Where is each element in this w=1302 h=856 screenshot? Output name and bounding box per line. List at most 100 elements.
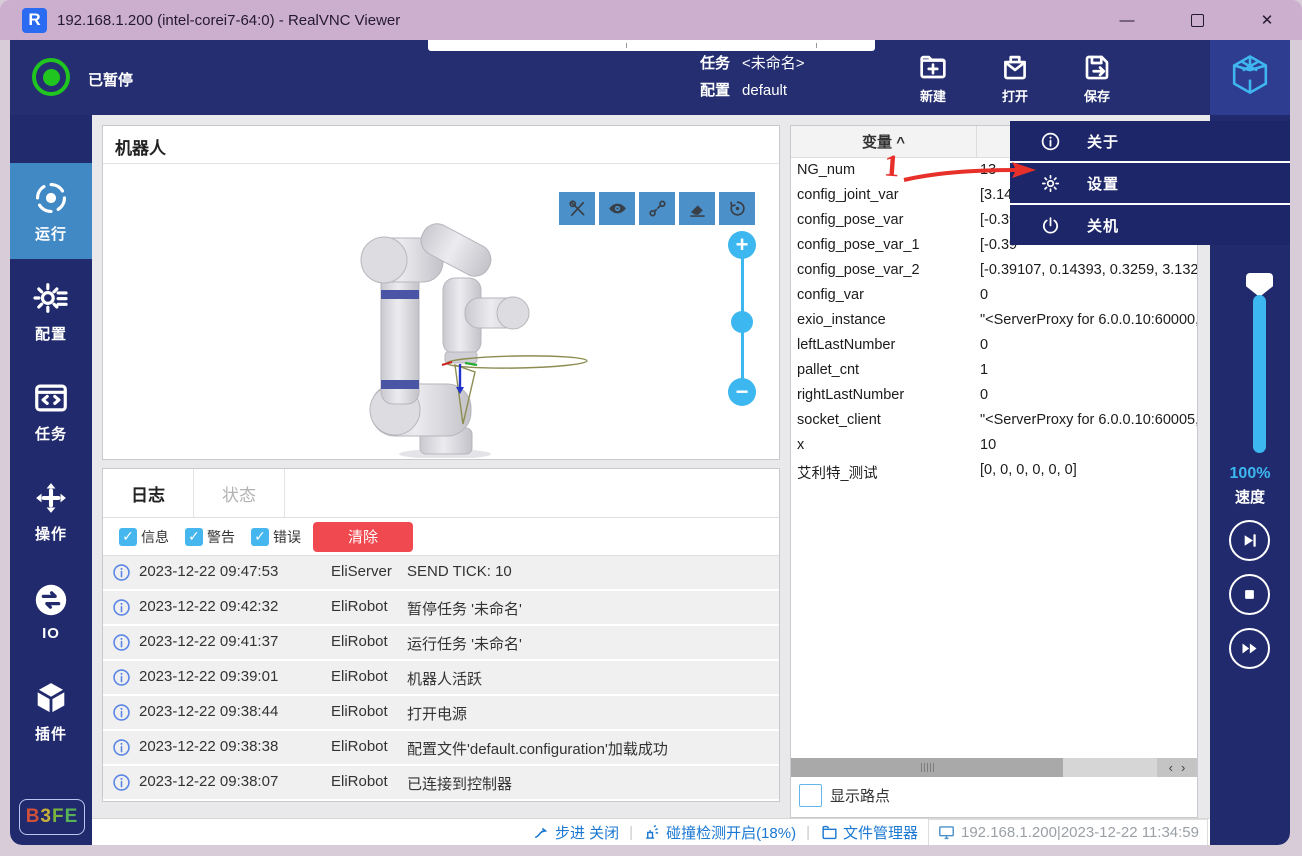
- window-title: 192.168.1.200 (intel-corei7-64:0) - Real…: [57, 12, 400, 29]
- log-row[interactable]: 2023-12-22 09:39:01 EliRobot 机器人活跃: [103, 661, 779, 694]
- header-action-open-task-icon[interactable]: 打开: [987, 46, 1043, 110]
- variable-row[interactable]: config_pose_var_2 [-0.39107, 0.14393, 0.…: [791, 259, 1197, 284]
- checkbox-checked-icon: ✓: [251, 528, 269, 546]
- log-row[interactable]: 2023-12-22 09:38:07 EliRobot 已连接到控制器: [103, 766, 779, 799]
- menu-item-关于[interactable]: 关于: [1010, 121, 1290, 163]
- maximize-icon: [1191, 14, 1204, 27]
- filter-错误-checkbox[interactable]: ✓ 错误: [251, 527, 301, 547]
- sidebar-item-插件[interactable]: 插件: [10, 663, 92, 759]
- log-row[interactable]: 2023-12-22 09:38:44 EliRobot 打开电源: [103, 696, 779, 729]
- log-message: SEND TICK: 10: [407, 563, 512, 580]
- variable-row[interactable]: rightLastNumber 0: [791, 384, 1197, 409]
- robot-state-indicator-icon[interactable]: [32, 58, 70, 96]
- log-source: EliRobot: [331, 598, 388, 615]
- file-manager-button[interactable]: 文件管理器: [820, 822, 918, 843]
- playback-skip-next-button[interactable]: [1229, 520, 1270, 561]
- log-row[interactable]: 2023-12-22 09:42:32 EliRobot 暂停任务 '未命名': [103, 591, 779, 624]
- show-waypoints-checkbox[interactable]: 显示路点: [799, 784, 890, 807]
- brand-logo-box[interactable]: [1210, 40, 1290, 115]
- variable-name: x: [797, 437, 804, 453]
- log-source: EliRobot: [331, 703, 388, 720]
- zoom-slider-handle[interactable]: [731, 311, 753, 333]
- step-icon: [532, 823, 551, 842]
- variable-value: "<ServerProxy for 6.0.0.10:60005,: [980, 412, 1198, 428]
- collision-detect-indicator[interactable]: 碰撞检测开启(18%): [643, 822, 796, 843]
- sort-asc-icon: ^: [896, 134, 905, 151]
- log-row[interactable]: 2023-12-22 09:41:37 EliRobot 运行任务 '未命名': [103, 626, 779, 659]
- sidebar-item-配置[interactable]: 配置: [10, 263, 92, 359]
- filter-信息-checkbox[interactable]: ✓ 信息: [119, 527, 169, 547]
- task-label: 任务: [700, 55, 730, 72]
- robot-tool-eraser-icon[interactable]: [679, 192, 715, 225]
- checkbox-checked-icon: ✓: [119, 528, 137, 546]
- variable-name: config_pose_var: [797, 212, 903, 228]
- minimize-button[interactable]: —: [1092, 0, 1162, 40]
- variable-row[interactable]: socket_client "<ServerProxy for 6.0.0.10…: [791, 409, 1197, 434]
- log-time: 2023-12-22 09:38:44: [139, 703, 278, 720]
- tools-icon: [567, 198, 588, 219]
- horizontal-scrollbar[interactable]: ‹›: [791, 758, 1197, 777]
- variable-row[interactable]: exio_instance "<ServerProxy for 6.0.0.10…: [791, 309, 1197, 334]
- menu-item-设置[interactable]: 设置: [1010, 163, 1290, 205]
- info-circle-icon: [112, 598, 131, 617]
- variable-name: leftLastNumber: [797, 337, 895, 353]
- variable-name: config_var: [797, 287, 864, 303]
- variable-value: 0: [980, 287, 988, 303]
- clear-log-button[interactable]: 清除: [313, 522, 413, 552]
- speed-slider-handle[interactable]: [1246, 273, 1273, 297]
- tab-status[interactable]: 状态: [194, 469, 285, 517]
- info-circle-icon: [112, 773, 131, 792]
- speed-slider-track[interactable]: [1253, 295, 1266, 453]
- header-action-new-task-icon[interactable]: 新建: [905, 46, 961, 110]
- close-button[interactable]: ✕: [1232, 0, 1302, 40]
- info-circle-icon: [112, 668, 131, 687]
- maximize-button[interactable]: [1162, 0, 1232, 40]
- robot-tool-eye-icon[interactable]: [599, 192, 635, 225]
- zoom-out-button[interactable]: −: [728, 378, 756, 406]
- tab-log[interactable]: 日志: [103, 469, 194, 517]
- connection-status: 192.168.1.200|2023-12-22 11:34:59: [928, 819, 1208, 845]
- log-time: 2023-12-22 09:39:01: [139, 668, 278, 685]
- sidebar-item-操作[interactable]: 操作: [10, 463, 92, 559]
- menu-item-关机[interactable]: 关机: [1010, 205, 1290, 245]
- sidebar-item-运行[interactable]: 运行: [10, 163, 92, 259]
- log-message: 配置文件'default.configuration'加载成功: [407, 738, 668, 759]
- rotate-icon: [727, 198, 748, 219]
- variable-row[interactable]: x 10: [791, 434, 1197, 459]
- filter-警告-checkbox[interactable]: ✓ 警告: [185, 527, 235, 547]
- info-circle-icon: [112, 633, 131, 652]
- variable-value: 13: [980, 162, 996, 178]
- zoom-in-button[interactable]: +: [728, 231, 756, 259]
- log-message: 已连接到控制器: [407, 773, 512, 794]
- variable-row[interactable]: pallet_cnt 1: [791, 359, 1197, 384]
- playback-fast-forward-button[interactable]: [1229, 628, 1270, 669]
- log-message: 机器人活跃: [407, 668, 482, 689]
- header-action-save-task-icon[interactable]: 保存: [1069, 46, 1125, 110]
- log-time: 2023-12-22 09:38:07: [139, 773, 278, 790]
- robot-tool-rotate-icon[interactable]: [719, 192, 755, 225]
- variable-row[interactable]: 艾利特_测试 [0, 0, 0, 0, 0, 0]: [791, 459, 1197, 484]
- log-message: 打开电源: [407, 703, 467, 724]
- variable-name: exio_instance: [797, 312, 886, 328]
- log-source: EliRobot: [331, 668, 388, 685]
- log-time: 2023-12-22 09:38:38: [139, 738, 278, 755]
- scrollbar-thumb[interactable]: [791, 758, 1063, 777]
- robot-tool-path-icon[interactable]: [639, 192, 675, 225]
- scroll-left-icon[interactable]: ‹: [1169, 760, 1173, 775]
- variable-name: config_pose_var_1: [797, 237, 920, 253]
- playback-stop-button[interactable]: [1229, 574, 1270, 615]
- robot-tool-tools-icon[interactable]: [559, 192, 595, 225]
- sidebar-item-任务[interactable]: 任务: [10, 363, 92, 459]
- scroll-right-icon[interactable]: ›: [1181, 760, 1185, 775]
- robot-3d-panel: 机器人: [102, 125, 780, 460]
- log-row[interactable]: 2023-12-22 09:38:38 EliRobot 配置文件'defaul…: [103, 731, 779, 764]
- log-row[interactable]: 2023-12-22 09:47:53 EliServer SEND TICK:…: [103, 556, 779, 589]
- sidebar-item-IO[interactable]: IO: [10, 563, 92, 659]
- io-icon: [32, 581, 70, 619]
- variable-row[interactable]: leftLastNumber 0: [791, 334, 1197, 359]
- variable-row[interactable]: config_var 0: [791, 284, 1197, 309]
- step-mode-indicator[interactable]: 步进 关闭: [532, 822, 619, 843]
- show-waypoints-label: 显示路点: [830, 785, 890, 806]
- vnc-toolbar-strip[interactable]: [428, 40, 875, 51]
- checkbox-icon[interactable]: [799, 784, 822, 807]
